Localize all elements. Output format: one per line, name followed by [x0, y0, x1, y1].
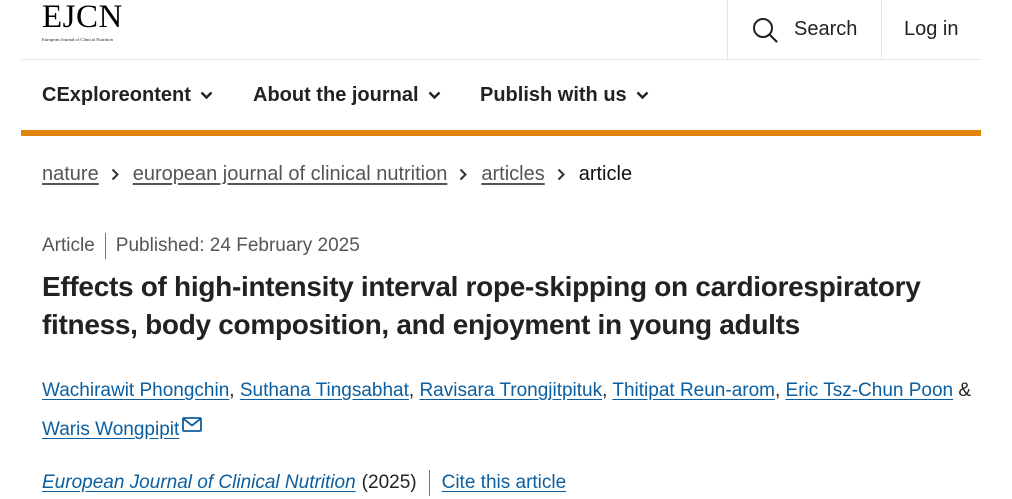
- chevron-down-icon: [636, 91, 649, 99]
- author-link[interactable]: Thitipat Reun-arom: [612, 380, 775, 401]
- published-date: Published: 24 February 2025: [115, 235, 360, 256]
- logo-text: EJCN: [42, 0, 123, 35]
- nav-item-label: Publish with us: [480, 83, 627, 106]
- main-nav: CExploreontent About the journal Publish…: [21, 60, 981, 136]
- breadcrumb-current: article: [578, 162, 633, 185]
- nav-item-publish-with-us[interactable]: Publish with us: [480, 60, 649, 130]
- author-list: Wachirawit Phongchin, Suthana Tingsabhat…: [42, 371, 982, 449]
- mail-icon[interactable]: [182, 417, 203, 432]
- journal-link[interactable]: European Journal of Clinical Nutrition: [42, 472, 356, 494]
- citation-line: European Journal of Clinical Nutrition (…: [42, 469, 566, 497]
- breadcrumb: nature european journal of clinical nutr…: [42, 159, 632, 189]
- citation-year: (2025): [361, 472, 417, 493]
- header-actions: Search Log in: [727, 0, 981, 59]
- chevron-right-icon: [460, 168, 468, 180]
- nav-item-label: About the journal: [253, 83, 419, 106]
- chevron-right-icon: [557, 168, 565, 180]
- author-link[interactable]: Waris Wongpipit: [42, 419, 179, 440]
- nav-item-label: CExploreontent: [42, 83, 191, 106]
- journal-logo[interactable]: EJCN European Journal of Clinical Nutrit…: [42, 0, 123, 43]
- article-meta: Article Published: 24 February 2025: [42, 232, 360, 260]
- author-link[interactable]: Wachirawit Phongchin: [42, 380, 229, 401]
- author-last-separator: &: [953, 380, 972, 401]
- meta-divider: [104, 233, 106, 259]
- nav-item-about-journal[interactable]: About the journal: [253, 60, 441, 130]
- author-separator: ,: [408, 380, 420, 401]
- author-link[interactable]: Ravisara Trongjitpituk: [419, 380, 602, 401]
- login-button[interactable]: Log in: [881, 0, 981, 59]
- search-icon: [753, 17, 778, 43]
- site-header: EJCN European Journal of Clinical Nutrit…: [21, 0, 981, 60]
- nav-item-explore-content[interactable]: CExploreontent: [42, 60, 213, 130]
- chevron-down-icon: [428, 91, 440, 99]
- author-separator: ,: [229, 380, 240, 401]
- author-link[interactable]: Eric Tsz-Chun Poon: [786, 380, 954, 401]
- login-label: Log in: [904, 18, 959, 40]
- author-separator: ,: [774, 380, 786, 401]
- citation-divider: [428, 470, 430, 496]
- author-link[interactable]: Suthana Tingsabhat: [240, 380, 409, 401]
- article-type: Article: [42, 235, 95, 256]
- chevron-down-icon: [200, 91, 213, 99]
- logo-subtext: European Journal of Clinical Nutrition: [42, 37, 113, 42]
- chevron-right-icon: [111, 168, 119, 180]
- breadcrumb-link-journal[interactable]: european journal of clinical nutrition: [133, 163, 448, 186]
- breadcrumb-link-nature[interactable]: nature: [42, 163, 99, 186]
- search-button[interactable]: Search: [727, 0, 881, 59]
- breadcrumb-link-articles[interactable]: articles: [481, 163, 544, 186]
- article-title: Effects of high-intensity interval rope-…: [42, 271, 921, 340]
- cite-this-article-link[interactable]: Cite this article: [442, 472, 567, 494]
- search-label: Search: [794, 18, 858, 40]
- author-separator: ,: [602, 380, 613, 401]
